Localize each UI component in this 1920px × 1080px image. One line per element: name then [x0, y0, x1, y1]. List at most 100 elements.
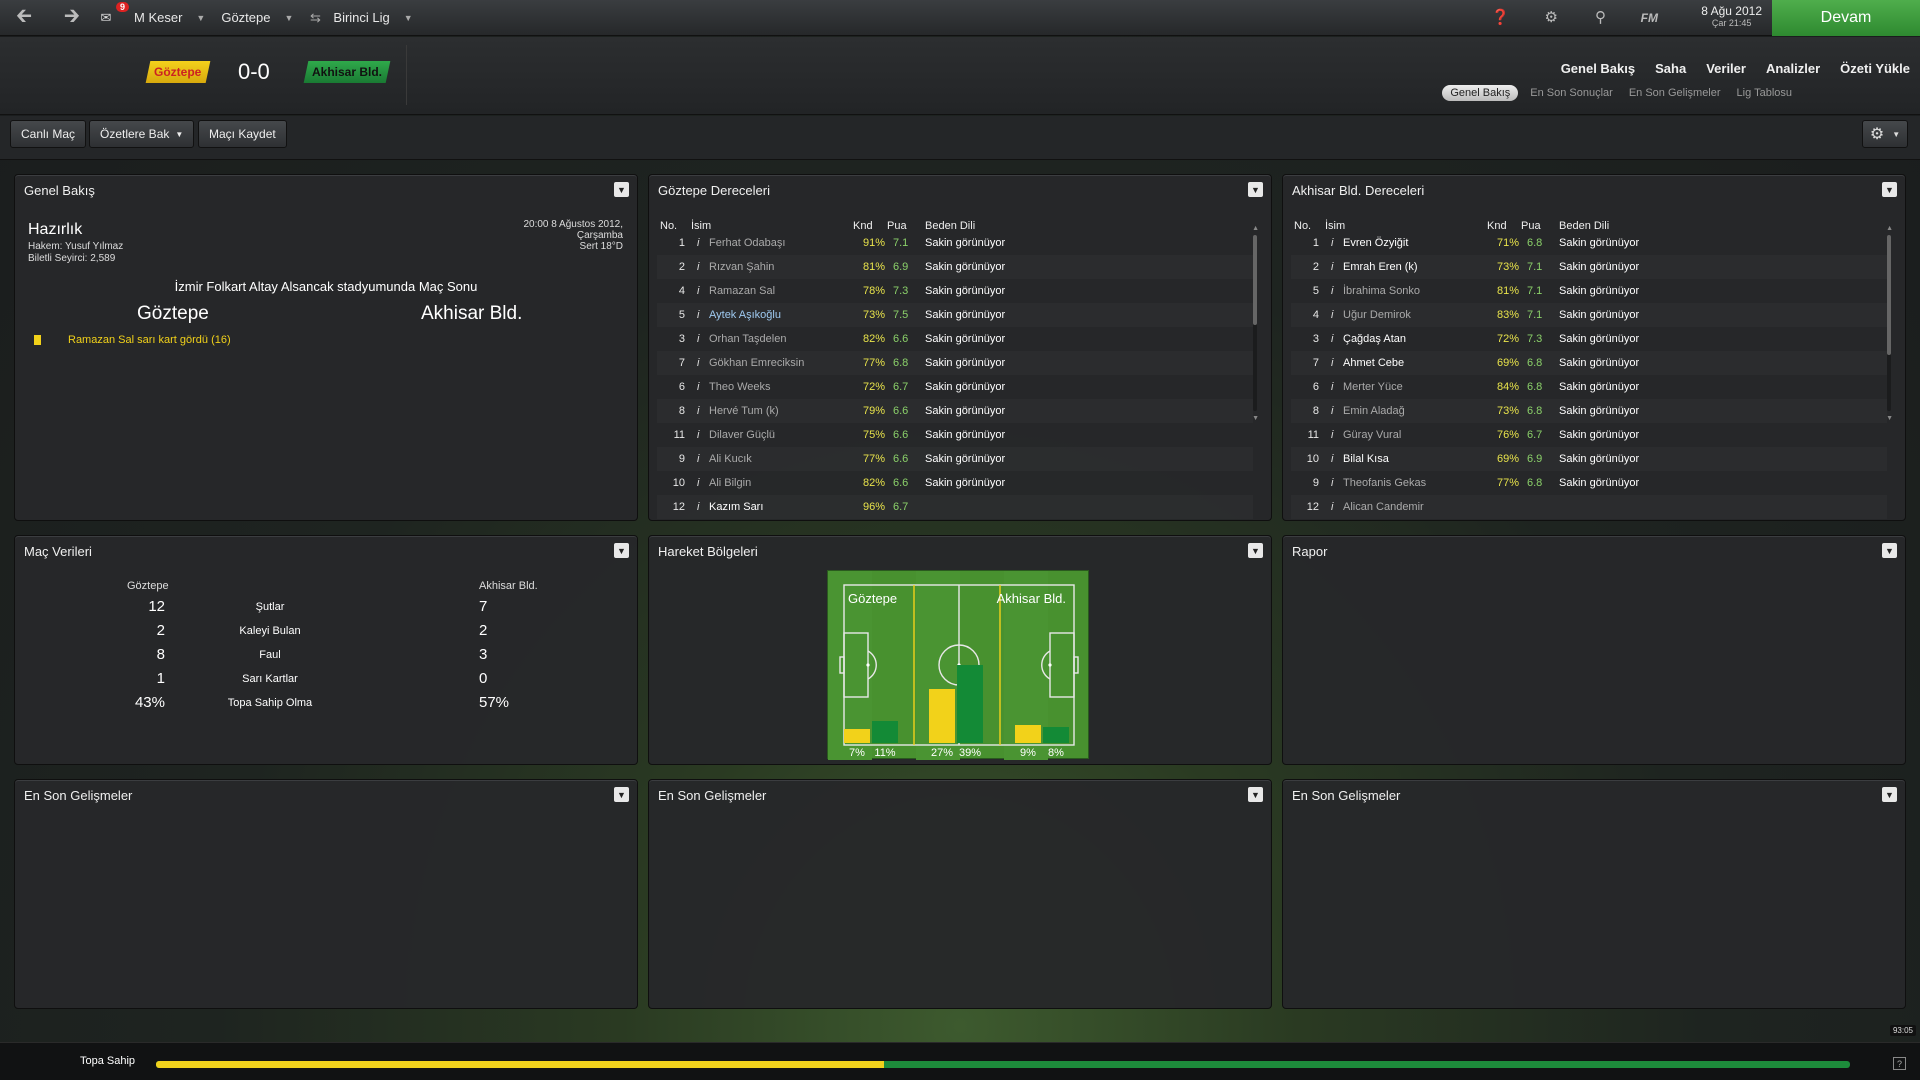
continue-button[interactable]: Devam — [1772, 0, 1920, 36]
info-icon[interactable]: i — [1331, 285, 1333, 297]
nav-pitch[interactable]: Saha — [1655, 61, 1686, 76]
tab-latest-news[interactable]: En Son Gelişmeler — [1625, 85, 1725, 101]
info-icon[interactable]: i — [697, 309, 699, 321]
globe-icon[interactable]: ⚙ — [1545, 8, 1558, 26]
player-row[interactable]: 9 i Ali Kucık 77% 6.6 Sakin görünüyor — [657, 447, 1253, 471]
player-row[interactable]: 11 i Dilaver Güçlü 75% 6.6 Sakin görünüyor — [657, 423, 1253, 447]
help-icon[interactable]: ❓ — [1491, 8, 1510, 26]
player-name[interactable]: Ramazan Sal — [709, 285, 775, 297]
swap-icon[interactable]: ⇆ — [303, 0, 327, 36]
info-icon[interactable]: i — [1331, 501, 1333, 513]
player-name[interactable]: Merter Yüce — [1343, 381, 1403, 393]
panel-menu-button[interactable]: ▼ — [1248, 543, 1263, 558]
player-row[interactable]: 3 i Çağdaş Atan 72% 7.3 Sakin görünüyor — [1291, 327, 1887, 351]
info-icon[interactable]: i — [697, 357, 699, 369]
player-name[interactable]: Theofanis Gekas — [1343, 477, 1426, 489]
panel-menu-button[interactable]: ▼ — [614, 182, 629, 197]
panel-menu-button[interactable]: ▼ — [1248, 787, 1263, 802]
player-row[interactable]: 7 i Ahmet Cebe 69% 6.8 Sakin görünüyor — [1291, 351, 1887, 375]
player-row[interactable]: 8 i Emin Aladağ 73% 6.8 Sakin görünüyor — [1291, 399, 1887, 423]
info-icon[interactable]: i — [1331, 429, 1333, 441]
info-icon[interactable]: i — [1331, 357, 1333, 369]
player-name[interactable]: Ferhat Odabaşı — [709, 237, 785, 249]
home-team-name[interactable]: Göztepe — [137, 303, 209, 325]
player-row[interactable]: 6 i Merter Yüce 84% 6.8 Sakin görünüyor — [1291, 375, 1887, 399]
panel-menu-button[interactable]: ▼ — [1248, 182, 1263, 197]
back-arrow-icon[interactable]: 🡰 — [0, 0, 48, 36]
player-name[interactable]: Bilal Kısa — [1343, 453, 1389, 465]
scrollbar-thumb[interactable] — [1887, 235, 1891, 355]
panel-menu-button[interactable]: ▼ — [614, 787, 629, 802]
panel-menu-button[interactable]: ▼ — [614, 543, 629, 558]
player-name[interactable]: Hervé Tum (k) — [709, 405, 779, 417]
player-name[interactable]: Çağdaş Atan — [1343, 333, 1406, 345]
info-icon[interactable]: i — [697, 453, 699, 465]
info-icon[interactable]: i — [697, 285, 699, 297]
player-name[interactable]: Uğur Demirok — [1343, 309, 1411, 321]
info-icon[interactable]: i — [697, 429, 699, 441]
scroll-up-icon[interactable]: ▲ — [1886, 225, 1893, 232]
scrollbar[interactable] — [1253, 235, 1257, 411]
player-row[interactable]: 6 i Theo Weeks 72% 6.7 Sakin görünüyor — [657, 375, 1253, 399]
player-row[interactable]: 1 i Evren Özyiğit 71% 6.8 Sakin görünüyor — [1291, 231, 1887, 255]
player-row[interactable]: 7 i Gökhan Emreciksin 77% 6.8 Sakin görünüyor — [657, 351, 1253, 375]
player-row[interactable]: 9 i Theofanis Gekas 77% 6.8 Sakin görünüyor — [1291, 471, 1887, 495]
away-team-badge[interactable]: Akhisar Bld. — [303, 61, 391, 83]
scrollbar[interactable] — [1887, 235, 1891, 411]
player-row[interactable]: 8 i Hervé Tum (k) 79% 6.6 Sakin görünüyor — [657, 399, 1253, 423]
tab-overview[interactable]: Genel Bakış — [1442, 85, 1519, 101]
player-name[interactable]: Emin Aladağ — [1343, 405, 1405, 417]
info-icon[interactable]: i — [1331, 261, 1333, 273]
player-row[interactable]: 4 i Uğur Demirok 83% 7.1 Sakin görünüyor — [1291, 303, 1887, 327]
player-row[interactable]: 5 i İbrahima Sonko 81% 7.1 Sakin görünüyor — [1291, 279, 1887, 303]
player-row[interactable]: 2 i Emrah Eren (k) 73% 7.1 Sakin görünüyor — [1291, 255, 1887, 279]
forward-arrow-icon[interactable]: 🡲 — [48, 0, 96, 36]
info-icon[interactable]: i — [1331, 237, 1333, 249]
player-row[interactable]: 1 i Ferhat Odabaşı 91% 7.1 Sakin görünüyor — [657, 231, 1253, 255]
info-icon[interactable]: i — [697, 501, 699, 513]
away-team-name[interactable]: Akhisar Bld. — [421, 303, 522, 325]
player-row[interactable]: 5 i Aytek Aşıkoğlu 73% 7.5 Sakin görünüyor — [657, 303, 1253, 327]
scroll-up-icon[interactable]: ▲ — [1252, 225, 1259, 232]
info-icon[interactable]: i — [697, 405, 699, 417]
player-name[interactable]: İbrahima Sonko — [1343, 285, 1420, 297]
info-icon[interactable]: i — [1331, 477, 1333, 489]
player-name[interactable]: Ali Kucık — [709, 453, 752, 465]
info-icon[interactable]: i — [697, 261, 699, 273]
player-row[interactable]: 2 i Rızvan Şahin 81% 6.9 Sakin görünüyor — [657, 255, 1253, 279]
info-icon[interactable]: i — [697, 333, 699, 345]
player-row[interactable]: 12 i Kazım Sarı 96% 6.7 — [657, 495, 1253, 519]
player-name[interactable]: Ahmet Cebe — [1343, 357, 1404, 369]
player-name[interactable]: Dilaver Güçlü — [709, 429, 775, 441]
panel-menu-button[interactable]: ▼ — [1882, 182, 1897, 197]
player-name[interactable]: Güray Vural — [1343, 429, 1401, 441]
nav-upload-highlights[interactable]: Özeti Yükle — [1840, 61, 1910, 76]
player-row[interactable]: 3 i Orhan Taşdelen 82% 6.6 Sakin görünüyor — [657, 327, 1253, 351]
player-name[interactable]: Rızvan Şahin — [709, 261, 774, 273]
info-icon[interactable]: i — [697, 237, 699, 249]
info-icon[interactable]: i — [1331, 309, 1333, 321]
info-icon[interactable]: i — [1331, 453, 1333, 465]
save-match-button[interactable]: Maçı Kaydet — [198, 120, 287, 148]
inbox-icon[interactable]: ✉ — [96, 0, 116, 36]
player-name[interactable]: Ali Bilgin — [709, 477, 751, 489]
player-row[interactable]: 4 i Ramazan Sal 78% 7.3 Sakin görünüyor — [657, 279, 1253, 303]
player-name[interactable]: Gökhan Emreciksin — [709, 357, 804, 369]
info-icon[interactable]: i — [1331, 405, 1333, 417]
player-name[interactable]: Alican Candemir — [1343, 501, 1424, 513]
help-icon[interactable]: ? — [1893, 1057, 1906, 1070]
player-name[interactable]: Emrah Eren (k) — [1343, 261, 1418, 273]
league-menu[interactable]: Birinci Lig ▼ — [327, 0, 422, 36]
player-row[interactable]: 10 i Ali Bilgin 82% 6.6 Sakin görünüyor — [657, 471, 1253, 495]
tab-league-table[interactable]: Lig Tablosu — [1733, 85, 1796, 101]
info-icon[interactable]: i — [697, 381, 699, 393]
live-match-button[interactable]: Canlı Maç — [10, 120, 87, 148]
scroll-down-icon[interactable]: ▼ — [1886, 415, 1893, 422]
panel-menu-button[interactable]: ▼ — [1882, 543, 1897, 558]
manager-menu[interactable]: M Keser ▼ — [128, 0, 215, 36]
search-icon[interactable]: ⚲ — [1595, 8, 1606, 26]
settings-button[interactable]: ⚙ ▼ — [1862, 120, 1908, 148]
info-icon[interactable]: i — [697, 477, 699, 489]
player-name[interactable]: Kazım Sarı — [709, 501, 763, 513]
player-name[interactable]: Evren Özyiğit — [1343, 237, 1408, 249]
